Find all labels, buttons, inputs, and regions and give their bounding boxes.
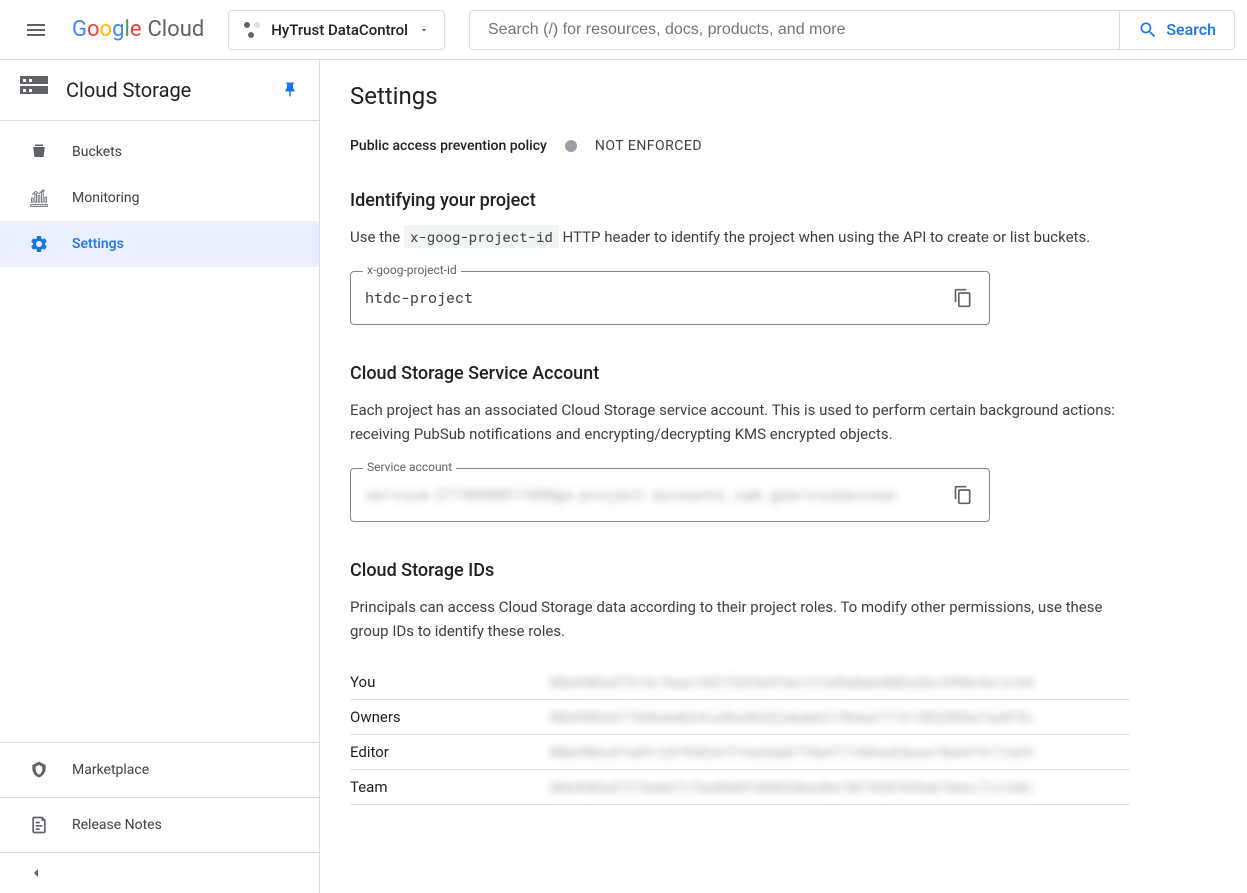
pin-icon[interactable] [281,81,299,99]
role-cell: Team [350,770,550,805]
sidebar-item-label: Buckets [72,144,122,160]
copy-icon [953,485,973,505]
id-cell: 00b4903a97e891287998347f16a3da0779b4f773… [550,735,1130,770]
section-service-account: Cloud Storage Service Account Each proje… [350,363,1130,522]
section-description: Principals can access Cloud Storage data… [350,595,1130,643]
section-heading: Cloud Storage Service Account [350,363,1130,384]
status-dot-icon [565,140,577,152]
gear-icon [28,233,50,255]
chevron-down-icon [418,24,430,36]
sidebar-item-settings[interactable]: Settings [0,221,319,267]
section-description: Use the x-goog-project-id HTTP header to… [350,225,1130,249]
search-input[interactable] [470,21,1119,39]
field-label: Service account [363,460,456,474]
table-row: You 08b4903a97414c7baa145275265e5fde1313… [350,665,1130,700]
logo-suffix: Cloud [147,17,204,42]
project-icon [243,21,261,39]
project-selector[interactable]: HyTrust DataControl [228,10,445,50]
sidebar-item-monitoring[interactable]: Monitoring [0,175,319,221]
sidebar-item-label: Marketplace [72,762,149,778]
ids-table: You 08b4903a97414c7baa145275265e5fde1313… [350,665,1130,805]
marketplace-icon [28,759,50,781]
project-name: HyTrust DataControl [271,21,408,39]
copy-button[interactable] [951,483,975,507]
search-icon [1138,20,1158,40]
table-row: Editor 00b4903a97e891287998347f16a3da077… [350,735,1130,770]
menu-icon[interactable] [12,6,60,54]
sidebar-item-label: Release Notes [72,817,162,833]
section-description: Each project has an associated Cloud Sto… [350,398,1130,446]
sidebar-title: Cloud Storage [66,78,263,102]
copy-icon [953,288,973,308]
page-title: Settings [350,82,1217,110]
id-cell: 00b4903a9727beb67c7ba80d0fd3065dbed9e186… [550,770,1130,805]
sidebar: Cloud Storage Buckets Monitoring [0,60,320,893]
policy-label: Public access prevention policy [350,138,547,154]
gcp-logo[interactable]: Google Cloud [72,17,204,42]
service-account-field: Service account service-271839881145@gs-… [350,468,990,522]
section-heading: Cloud Storage IDs [350,560,1130,581]
id-cell: 00b4903a97764bebdb24ca9ba9b322ababb3156d… [550,700,1130,735]
role-cell: Editor [350,735,550,770]
copy-button[interactable] [951,286,975,310]
bucket-icon [28,141,50,163]
chevron-left-icon [28,865,44,881]
search-bar: Search [469,10,1235,50]
id-cell: 08b4903a97414c7baa145275265e5fde1313d9e0… [550,665,1130,700]
notes-icon [28,814,50,836]
project-id-value: htdc-project [365,288,951,308]
policy-row: Public access prevention policy NOT ENFO… [350,138,1217,154]
code-chip: x-goog-project-id [404,225,559,248]
table-row: Owners 00b4903a97764bebdb24ca9ba9b322aba… [350,700,1130,735]
sidebar-item-label: Monitoring [72,190,140,206]
sidebar-item-label: Settings [72,236,124,252]
search-button[interactable]: Search [1119,11,1234,49]
section-heading: Identifying your project [350,190,1130,211]
sidebar-item-buckets[interactable]: Buckets [0,129,319,175]
section-storage-ids: Cloud Storage IDs Principals can access … [350,560,1130,805]
table-row: Team 00b4903a9727beb67c7ba80d0fd3065dbed… [350,770,1130,805]
policy-status: NOT ENFORCED [595,138,702,154]
search-button-label: Search [1166,20,1216,39]
monitoring-icon [28,187,50,209]
cloud-storage-icon [20,76,48,104]
role-cell: Owners [350,700,550,735]
sidebar-item-marketplace[interactable]: Marketplace [0,743,319,798]
collapse-sidebar-button[interactable] [0,853,319,893]
main-content: Settings Public access prevention policy… [320,60,1247,893]
section-identify: Identifying your project Use the x-goog-… [350,190,1130,325]
project-id-field: x-goog-project-id htdc-project [350,271,990,325]
role-cell: You [350,665,550,700]
sidebar-item-release-notes[interactable]: Release Notes [0,798,319,853]
field-label: x-goog-project-id [363,263,461,277]
service-account-value: service-271839881145@gs-project-accounts… [365,485,951,505]
